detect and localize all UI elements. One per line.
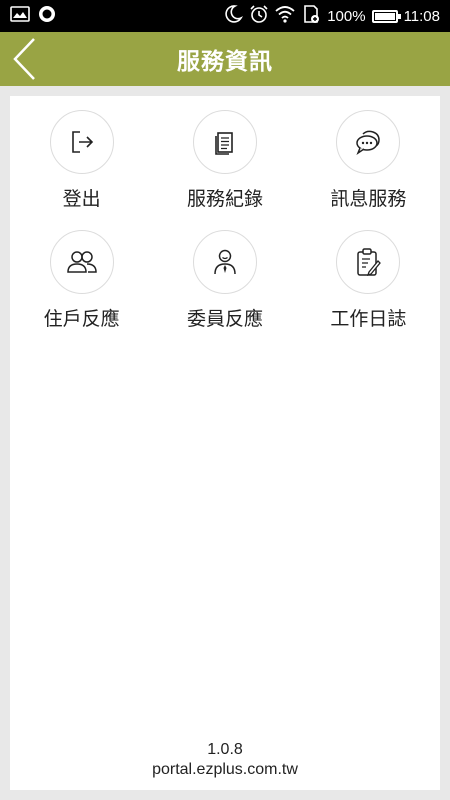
users-icon xyxy=(49,230,114,294)
battery-percent: 100% xyxy=(327,7,366,25)
portal-url: portal.ezplus.com.tw xyxy=(152,761,298,778)
logout-icon xyxy=(49,110,114,174)
status-right: 100% 11:08 xyxy=(223,4,440,28)
clock-time: 11:08 xyxy=(403,7,440,25)
clipboard-edit-icon xyxy=(336,230,401,294)
battery-fill xyxy=(374,12,395,20)
document-icon xyxy=(192,110,257,174)
menu-item-label: 工作日誌 xyxy=(330,308,407,330)
back-button[interactable] xyxy=(8,36,42,82)
menu-item-label: 住戶反應 xyxy=(43,308,120,330)
menu-item-label: 訊息服務 xyxy=(330,188,407,210)
menu-item-message-service[interactable]: 訊息服務 xyxy=(297,110,440,230)
menu-item-label: 登出 xyxy=(62,188,101,210)
record-notification-icon xyxy=(38,5,56,27)
menu-item-committee-feedback[interactable]: 委員反應 xyxy=(153,230,296,350)
image-notification-icon xyxy=(10,6,30,26)
battery-icon xyxy=(371,9,401,23)
menu-item-label: 委員反應 xyxy=(186,308,263,330)
app-footer: 1.0.8 portal.ezplus.com.tw xyxy=(10,740,440,780)
menu-item-label: 服務紀錄 xyxy=(186,188,263,210)
menu-item-work-log[interactable]: 工作日誌 xyxy=(297,230,440,350)
app-header: 服務資訊 xyxy=(0,32,450,86)
status-bar: 100% 11:08 xyxy=(0,0,450,32)
sd-card-icon xyxy=(301,4,321,28)
status-left xyxy=(10,5,56,27)
chat-icon xyxy=(336,110,401,174)
main-card: 登出 服務紀錄 訊息服務 住戶反應 委員反應 工作日誌 1.0.8 portal… xyxy=(10,96,440,790)
wifi-icon xyxy=(275,5,295,27)
menu-item-logout[interactable]: 登出 xyxy=(10,110,153,230)
app-version: 1.0.8 xyxy=(207,741,243,758)
committee-member-icon xyxy=(192,230,257,294)
menu-grid: 登出 服務紀錄 訊息服務 住戶反應 委員反應 工作日誌 xyxy=(10,110,440,350)
menu-item-resident-feedback[interactable]: 住戶反應 xyxy=(10,230,153,350)
do-not-disturb-moon-icon xyxy=(223,4,244,28)
page-title: 服務資訊 xyxy=(177,49,273,75)
menu-item-service-records[interactable]: 服務紀錄 xyxy=(153,110,296,230)
chevron-left-icon xyxy=(13,38,35,80)
alarm-clock-icon xyxy=(249,4,269,28)
